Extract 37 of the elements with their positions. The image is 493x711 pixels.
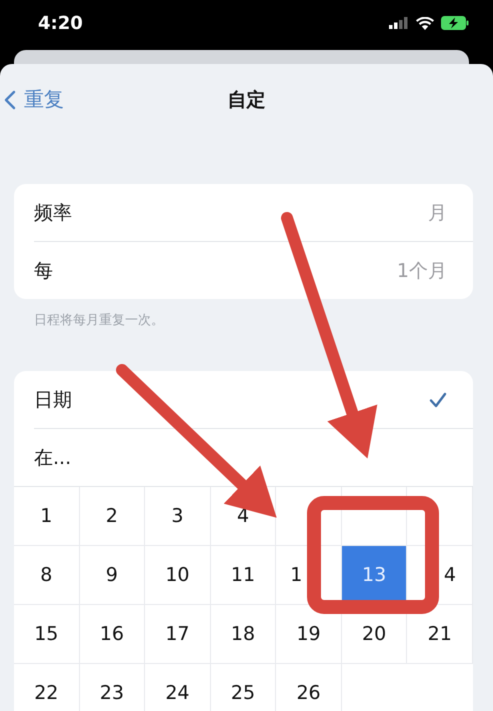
day-cell[interactable]: 18	[210, 605, 276, 664]
wifi-icon	[416, 16, 434, 30]
day-cell[interactable]	[276, 487, 342, 546]
day-cell[interactable]: 17	[145, 605, 211, 664]
day-cell[interactable]: 21	[407, 605, 473, 664]
day-cell[interactable]: 15	[14, 605, 80, 664]
day-cell[interactable]: 20	[342, 605, 408, 664]
day-cell[interactable]: 4	[407, 546, 473, 605]
day-cell[interactable]: 16	[80, 605, 146, 664]
day-cell[interactable]: 4	[210, 487, 276, 546]
footer-note: 日程将每月重复一次。	[34, 312, 165, 330]
option-label[interactable]: 日期	[34, 386, 72, 412]
nav-title: 自定	[228, 88, 266, 113]
day-cell[interactable]: 9	[80, 546, 146, 605]
option-label[interactable]: 在...	[34, 444, 72, 470]
row-label[interactable]: 频率	[34, 200, 72, 226]
day-cell[interactable]: 25	[210, 664, 276, 711]
row-value: 1个月	[396, 258, 447, 284]
day-cell[interactable]: 10	[145, 546, 211, 605]
day-cell[interactable]: 11	[210, 546, 276, 605]
row-value: 月	[428, 200, 447, 226]
day-cell[interactable]: 26	[276, 664, 342, 711]
day-cell[interactable]: 3	[145, 487, 211, 546]
day-cell[interactable]: 2	[80, 487, 146, 546]
back-link[interactable]: 重复	[4, 86, 64, 113]
status-time: 4:20	[38, 12, 83, 34]
day-cell[interactable]: 1	[14, 487, 80, 546]
day-cell[interactable]: 24	[145, 664, 211, 711]
signal-icon	[389, 17, 409, 29]
day-cell[interactable]: 23	[80, 664, 146, 711]
battery-icon	[441, 16, 469, 30]
day-cell[interactable]: 19	[276, 605, 342, 664]
day-cell[interactable]	[407, 487, 473, 546]
day-cell[interactable]: 22	[14, 664, 80, 711]
day-cell[interactable]: 8	[14, 546, 80, 605]
row-label[interactable]: 每	[34, 258, 53, 284]
chevron-icon	[4, 90, 16, 110]
